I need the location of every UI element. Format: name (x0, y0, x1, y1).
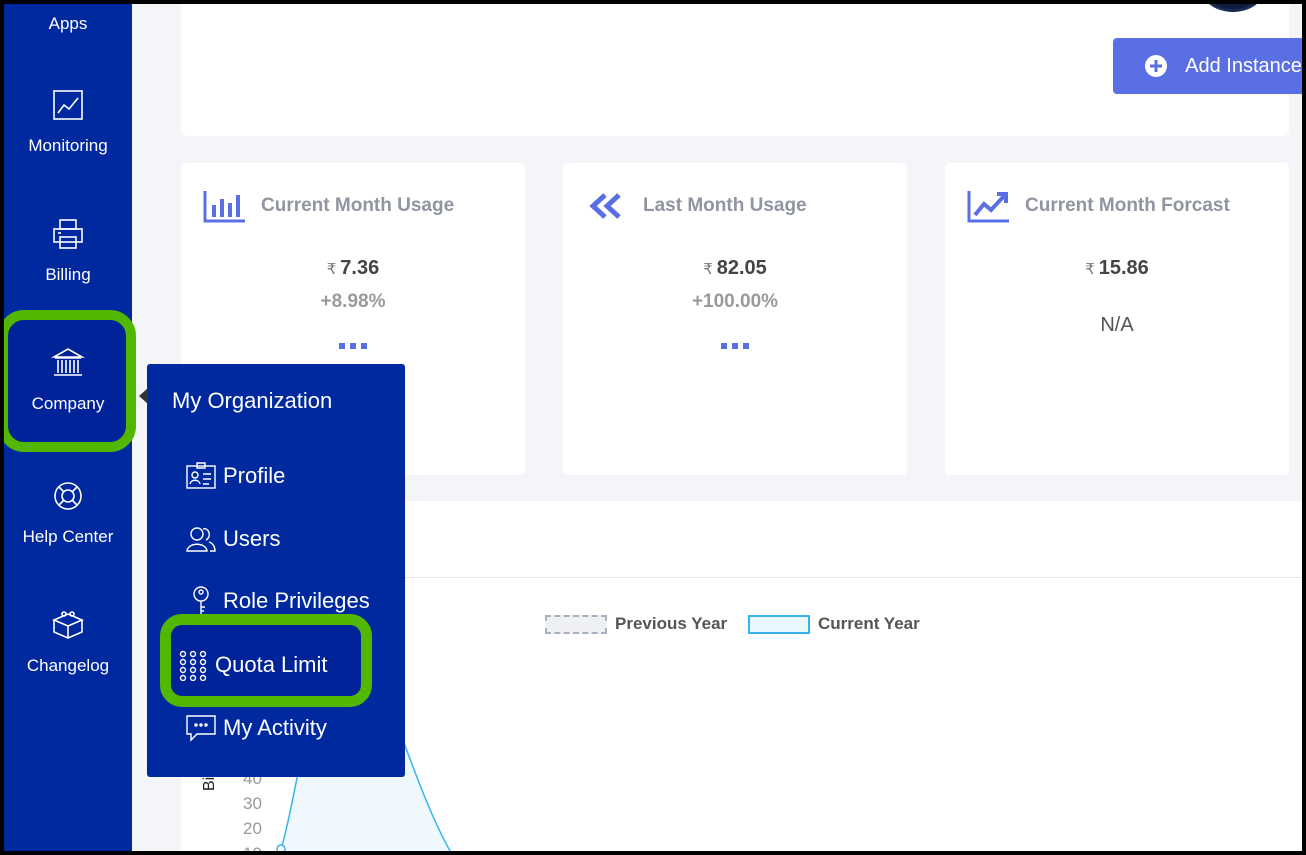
card-title: Current Month Forcast (1025, 195, 1230, 216)
add-instance-label: Add Instance (1185, 54, 1302, 77)
card-title: Last Month Usage (643, 195, 807, 216)
card-title: Current Month Usage (261, 195, 455, 216)
flyout-pointer (139, 388, 148, 404)
more-options-icon[interactable] (721, 343, 749, 349)
sidebar-item-label: Monitoring (28, 136, 108, 155)
usage-amount: ₹82.05 (703, 257, 767, 279)
sidebar-item-label: Billing (45, 265, 91, 284)
sidebar-item-label: Apps (48, 14, 88, 33)
y-tick: 20 (243, 819, 262, 838)
submenu-item-role-privileges[interactable]: Role Privileges (185, 585, 370, 617)
submenu-title[interactable]: My Organization (172, 388, 332, 414)
submenu-item-profile[interactable]: Profile (185, 460, 285, 492)
submenu-item-label: Profile (223, 463, 286, 488)
current-month-forecast-card: Current Month Forcast ₹15.86 N/A (945, 163, 1289, 475)
instances-header-card: Add Instance (181, 4, 1302, 136)
submenu-item-label: My Activity (223, 715, 327, 740)
add-instance-button[interactable]: Add Instance (1113, 38, 1302, 94)
sidebar-item-help-center[interactable]: Help Center (4, 479, 132, 547)
forecast-note: N/A (1100, 314, 1134, 336)
sidebar-item-label: Company (31, 394, 105, 413)
app-window: Add Instance Current Month Usage ₹7.36 +… (4, 4, 1302, 851)
bank-building-icon (50, 346, 86, 380)
sidebar-item-apps[interactable]: Apps (4, 14, 132, 34)
sidebar-item-billing[interactable]: Billing (4, 217, 132, 285)
plus-circle-icon (1145, 55, 1168, 77)
id-card-icon (186, 462, 216, 489)
y-tick: 10 (243, 844, 262, 851)
sidebar: Apps Monitoring Billing Company Help Cen (4, 4, 136, 851)
printer-icon (51, 217, 85, 251)
avatar[interactable] (1201, 4, 1265, 12)
trend-up-icon (967, 191, 1009, 223)
forecast-amount: ₹15.86 (1085, 257, 1149, 279)
sidebar-item-label: Changelog (26, 656, 110, 675)
sidebar-item-changelog[interactable]: Changelog (4, 608, 132, 676)
submenu-item-label: Role Privileges (223, 588, 370, 613)
chat-bubble-icon (186, 715, 216, 742)
grid-dots-icon (179, 650, 207, 681)
monitoring-chart-icon (51, 88, 85, 122)
sidebar-item-monitoring[interactable]: Monitoring (4, 88, 132, 156)
submenu-item-users[interactable]: Users (185, 523, 280, 555)
key-icon (193, 586, 209, 615)
more-options-icon[interactable] (339, 343, 367, 349)
y-tick: 30 (243, 794, 262, 813)
sidebar-item-label: Help Center (22, 527, 114, 546)
usage-change: +8.98% (320, 291, 386, 312)
sidebar-item-company[interactable]: Company (4, 346, 132, 414)
double-chevron-left-icon (589, 193, 621, 219)
users-icon (186, 527, 216, 552)
submenu-item-label: Users (223, 526, 281, 551)
lifebuoy-icon (51, 479, 85, 513)
usage-amount: ₹7.36 (326, 257, 380, 279)
usage-change: +100.00% (691, 291, 779, 312)
data-point (276, 844, 286, 851)
bar-chart-icon (203, 191, 245, 223)
last-month-usage-card: Last Month Usage ₹82.05 +100.00% (563, 163, 907, 475)
submenu-item-my-activity[interactable]: My Activity (185, 712, 327, 744)
company-submenu: My Organization Profile Users Role Privi… (139, 364, 405, 777)
box-icon (51, 608, 85, 642)
submenu-item-label: Quota Limit (215, 652, 328, 677)
submenu-item-quota-limit[interactable]: Quota Limit (177, 649, 328, 681)
